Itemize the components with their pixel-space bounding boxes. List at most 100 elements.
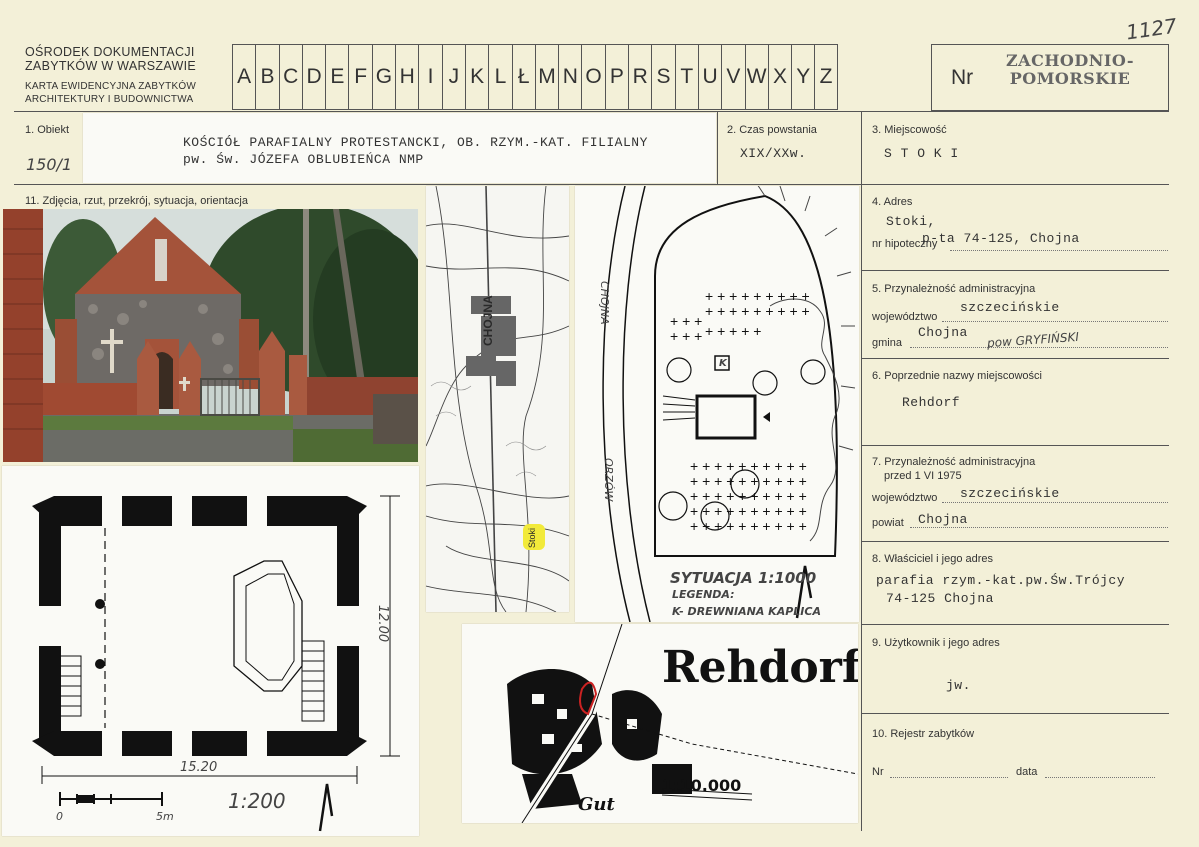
woj-dotted-line (942, 321, 1168, 322)
index-letter: A (232, 45, 255, 109)
index-letter: L (488, 45, 511, 109)
wlasciciel-value-line-1: parafia rzym.-kat.pw.Św.Trójcy (876, 573, 1126, 588)
miejscowosc-label: 3. Miejscowość (872, 124, 947, 136)
situation-key: K- DREWNIANA KAPLICA (672, 605, 821, 618)
rule-4 (861, 270, 1169, 271)
corner-number: 1127 (1124, 13, 1179, 45)
obiekt-value: KOŚCIÓŁ PARAFIALNY PROTESTANCKI, OB. RZY… (183, 134, 648, 168)
floor-plan-drawing (32, 495, 400, 832)
topo-town-label: CHOJNA (481, 295, 495, 346)
index-letter: C (278, 45, 302, 109)
index-letter: S (651, 45, 674, 109)
adres-sub-label: nr hipoteczny (872, 238, 938, 250)
rule-8 (861, 624, 1169, 625)
topo-map: CHOJNA Stoki (426, 186, 569, 612)
images-section-label: 11. Zdjęcia, rzut, przekrój, sytuacja, o… (25, 195, 248, 207)
svg-text:+ + + + +: + + + + + (705, 323, 761, 339)
situation-k-marker: K (719, 358, 727, 369)
przed-powiat-dotted-line (910, 527, 1168, 528)
rule-header (14, 111, 1169, 112)
org-line-2: ZABYTKÓW W WARSZAWIE (25, 59, 197, 73)
record-card: OŚRODEK DOKUMENTACJI ZABYTKÓW W WARSZAWI… (0, 0, 1199, 847)
index-letter: T (674, 45, 698, 109)
org-name: OŚRODEK DOKUMENTACJI ZABYTKÓW W WARSZAWI… (25, 45, 196, 73)
situation-road-1: CHOJNA (598, 281, 611, 325)
rule-col-czas (717, 111, 718, 184)
scale-zero: 0 (56, 810, 63, 823)
index-letter: D (301, 45, 325, 109)
situation-road-2: ORZÓW (602, 458, 615, 502)
przynaleznosc-woj-value: szczecińskie (960, 300, 1060, 315)
rule-obiekt (14, 184, 861, 185)
scale-five: 5m (156, 810, 174, 823)
index-letter: B (255, 45, 278, 109)
uzytkownik-label: 9. Użytkownik i jego adres (872, 637, 1000, 649)
przynaleznosc-przed-woj-value: szczecińskie (960, 486, 1060, 501)
miejscowosc-value: S T O K I (884, 146, 959, 161)
poprzednie-label: 6. Poprzednie nazwy miejscowości (872, 370, 1042, 382)
plan-scale: 1:200 (228, 789, 286, 813)
index-letter: Z (814, 45, 838, 109)
obiekt-value-line-2: pw. Św. JÓZEFA OBLUBIEŃCA NMP (183, 152, 424, 167)
przynaleznosc-przed-label-2: przed 1 VI 1975 (884, 470, 962, 482)
plan-depth: 12.00 (375, 604, 391, 643)
alphabet-index: ABCDEFGHIJKLŁMNOPRSTUVWXYZ (232, 44, 838, 110)
index-letter: P (604, 45, 628, 109)
topo-map-drawing (426, 186, 569, 612)
przynaleznosc-przed-powiat-value: Chojna (918, 512, 968, 527)
index-letter: J (441, 45, 465, 109)
rejestr-nr-line (890, 777, 1008, 778)
obiekt-hand-number: 150/1 (26, 155, 73, 174)
index-letter: W (744, 45, 768, 109)
przynaleznosc-label: 5. Przynależność administracyjna (872, 283, 1036, 295)
svg-text:+ + + + + + + + + +: + + + + + + + + + + (690, 458, 807, 474)
svg-text:+ + +: + + + (670, 328, 702, 344)
adres-dotted-line (950, 250, 1168, 251)
index-letter: E (325, 45, 348, 109)
situation-title: SYTUACJA 1:1000 (670, 569, 817, 587)
index-letter: I (418, 45, 441, 109)
old-map-scale: 1:10.000 (662, 776, 742, 795)
rule-5 (861, 358, 1169, 359)
card-type-line-1: KARTA EWIDENCYJNA ZABYTKÓW (25, 81, 196, 92)
stamp-line-1: ZACHODNIO- (1005, 51, 1135, 70)
floor-plan: 15.20 12.00 1:200 0 5m (2, 466, 419, 836)
obiekt-value-line-1: KOŚCIÓŁ PARAFIALNY PROTESTANCKI, OB. RZY… (183, 135, 648, 150)
plan-width: 15.20 (180, 760, 218, 775)
stamp-line-2: POMORSKIE (1009, 69, 1131, 88)
przynaleznosc-przed-powiat-label: powiat (872, 517, 904, 529)
obiekt-label: 1. Obiekt (25, 124, 70, 136)
rejestr-data-line (1045, 777, 1155, 778)
czas-value: XIX/XXw. (740, 146, 807, 161)
rule-col-right (861, 111, 862, 831)
card-type: KARTA EWIDENCYJNA ZABYTKÓW ARCHITEKTURY … (25, 80, 196, 106)
index-letter: Y (791, 45, 814, 109)
rule-3 (861, 184, 1169, 185)
index-letter: X (767, 45, 791, 109)
przynaleznosc-gmina-label: gmina (872, 337, 902, 349)
card-type-line-2: ARCHITEKTURY I BUDOWNICTWA (25, 94, 194, 105)
situation-plan-drawing: + + + + + + + + + + + + + + + + + + + + +… (602, 180, 856, 623)
index-letter: U (697, 45, 721, 109)
przynaleznosc-woj-label: województwo (872, 311, 938, 323)
rule-7 (861, 541, 1169, 542)
uzytkownik-value: jw. (946, 678, 971, 693)
czas-label: 2. Czas powstania (727, 124, 817, 136)
rejestr-label: 10. Rejestr zabytków (872, 728, 975, 740)
index-letter: O (581, 45, 604, 109)
index-letter: F (348, 45, 371, 109)
przynaleznosc-gmina-value: Chojna (918, 325, 968, 340)
topo-marker-label: Stoki (527, 527, 537, 548)
gmina-dotted-line (910, 347, 1168, 348)
adres-value-line-2: p-ta 74-125, Chojna (922, 231, 1080, 246)
wlasciciel-value-line-2: 74-125 Chojna (886, 591, 994, 606)
region-stamp: ZACHODNIO- POMORSKIE (995, 52, 1145, 88)
svg-text:+ + + + + + + + +: + + + + + + + + + (705, 288, 810, 304)
old-map: Rehdorf 1:10.000 Gut (462, 624, 858, 823)
org-line-1: OŚRODEK DOKUMENTACJI (25, 45, 195, 59)
situation-legend: LEGENDA: (672, 588, 735, 601)
rejestr-data-label: data (1016, 766, 1038, 778)
svg-text:+ + + + + + + + + +: + + + + + + + + + + (690, 503, 807, 519)
przed-woj-dotted-line (942, 502, 1168, 503)
rule-6 (861, 445, 1169, 446)
